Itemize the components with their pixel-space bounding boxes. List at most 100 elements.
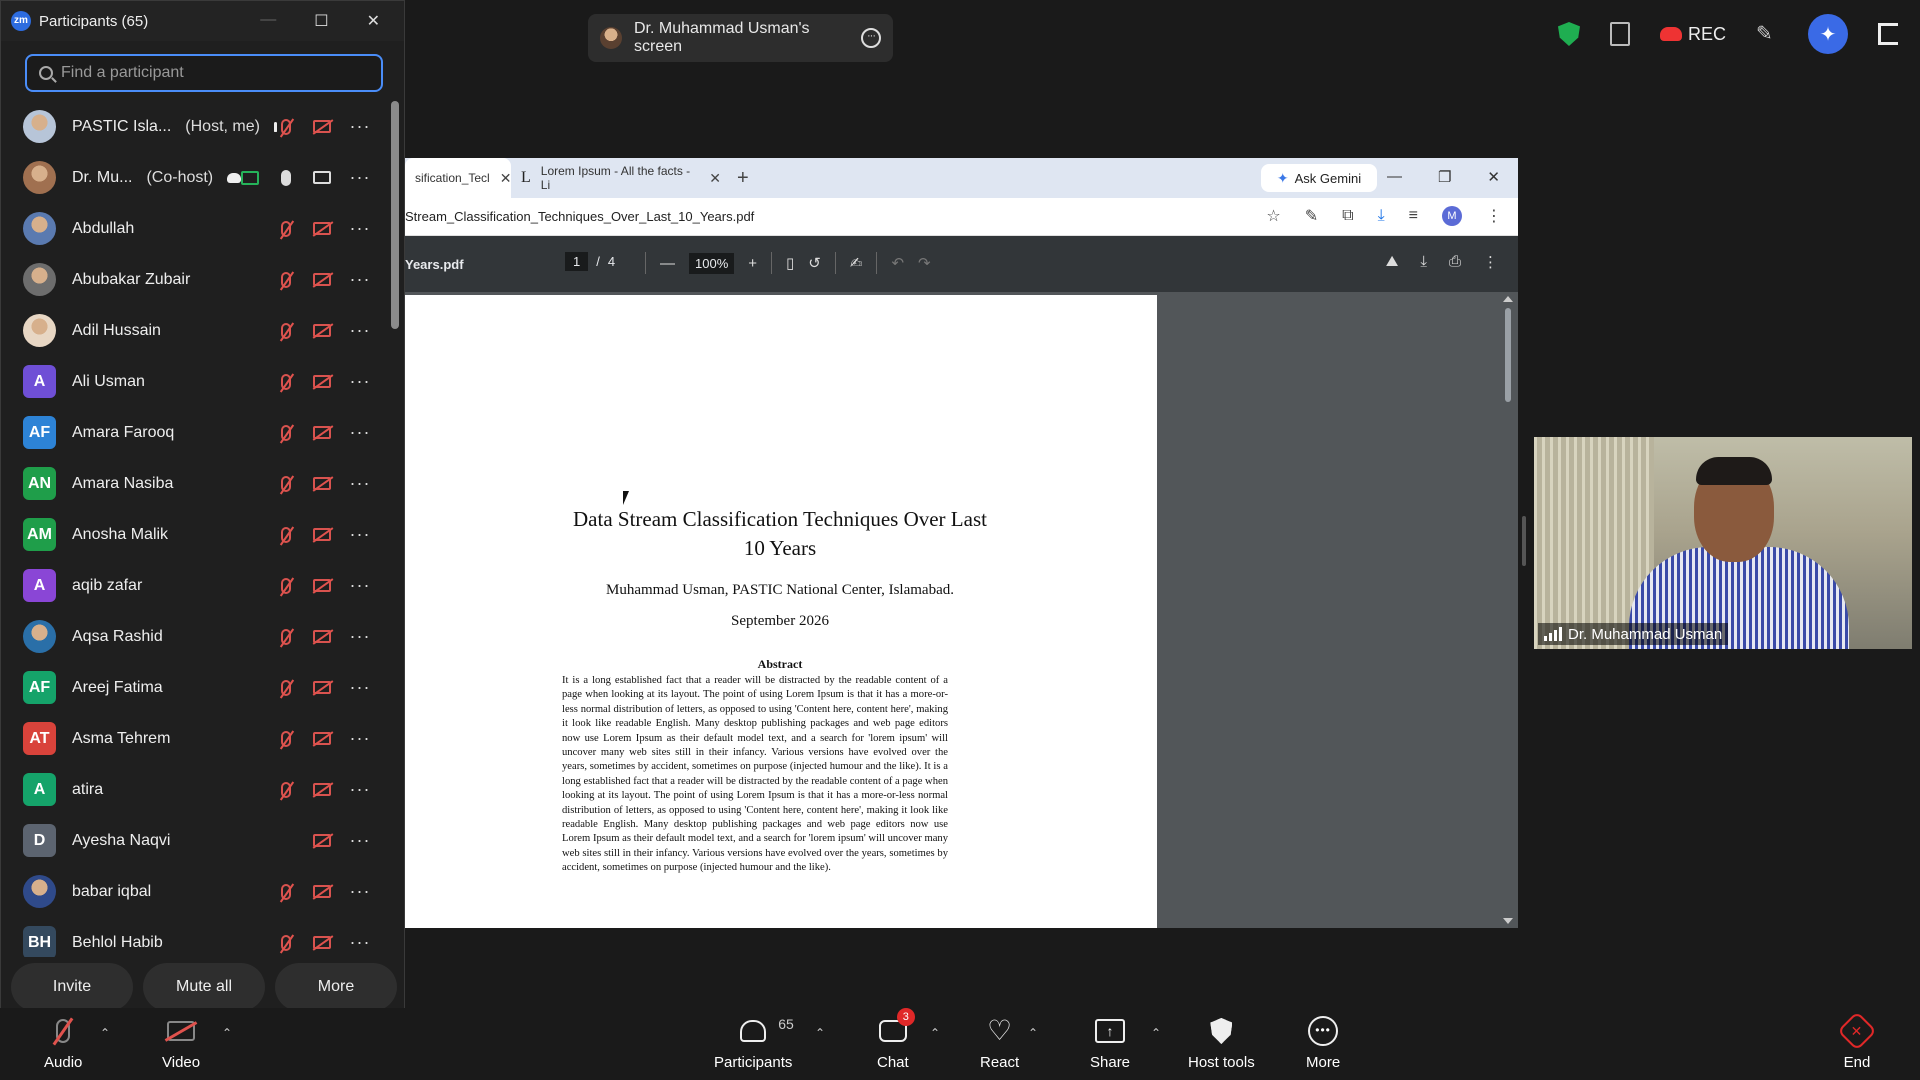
invite-button[interactable]: Invite — [11, 963, 133, 1011]
mic-muted-icon[interactable] — [281, 526, 291, 543]
video-options-caret-icon[interactable]: ⌃ — [222, 1026, 232, 1040]
address-url[interactable]: Stream_Classification_Techniques_Over_La… — [405, 209, 754, 224]
chat-options-caret-icon[interactable]: ⌃ — [930, 1026, 940, 1040]
share-options-caret-icon[interactable]: ⌃ — [1151, 1026, 1161, 1040]
screen-share-indicator[interactable]: Dr. Muhammad Usman's screen ··· — [588, 14, 893, 62]
gallery-resize-handle[interactable] — [1522, 516, 1526, 566]
mic-muted-icon[interactable] — [281, 934, 291, 951]
browser-tab-pdf[interactable]: sification_Tecl ✕ — [405, 158, 511, 198]
participant-list-scrollbar[interactable] — [391, 101, 399, 329]
browser-minimize-icon[interactable]: — — [1387, 168, 1402, 186]
participant-row[interactable]: BH Behlol Habib ··· — [1, 917, 391, 957]
video-off-icon[interactable] — [313, 579, 331, 592]
video-off-icon[interactable] — [313, 120, 331, 133]
participant-more-icon[interactable]: ··· — [349, 371, 371, 392]
profile-avatar[interactable]: M — [1442, 206, 1462, 226]
browser-restore-icon[interactable]: ❐ — [1438, 168, 1451, 186]
participant-row[interactable]: Dr. Mu... (Co-host) ··· — [1, 152, 391, 203]
video-off-icon[interactable] — [313, 375, 331, 388]
mic-muted-icon[interactable] — [281, 679, 291, 696]
participant-row[interactable]: AN Amara Nasiba ··· — [1, 458, 391, 509]
mic-muted-icon[interactable] — [281, 475, 291, 492]
media-queue-icon[interactable]: ≡ — [1409, 207, 1418, 225]
video-off-icon[interactable] — [313, 885, 331, 898]
participant-row[interactable]: D Ayesha Naqvi ··· — [1, 815, 391, 866]
participant-search-box[interactable] — [25, 54, 383, 92]
video-off-icon[interactable] — [313, 477, 331, 490]
video-off-icon[interactable] — [313, 834, 331, 847]
mic-muted-icon[interactable] — [281, 781, 291, 798]
video-off-icon[interactable] — [313, 732, 331, 745]
print-icon[interactable]: ⎙ — [1449, 253, 1461, 271]
browser-close-icon[interactable]: ✕ — [1487, 168, 1500, 186]
ai-companion-button[interactable]: ✦ — [1808, 14, 1848, 54]
download-icon[interactable]: ⤓ — [1378, 207, 1385, 225]
mic-muted-icon[interactable] — [281, 730, 291, 747]
participant-list[interactable]: PASTIC Isla... (Host, me) ··· Dr. Mu... (Co-… — [1, 101, 391, 957]
participant-more-icon[interactable]: ··· — [349, 677, 371, 698]
video-off-icon[interactable] — [313, 783, 331, 796]
mic-muted-icon[interactable] — [281, 373, 291, 390]
participants-button[interactable]: 65 Participants — [714, 1016, 794, 1071]
mic-muted-icon[interactable] — [281, 322, 291, 339]
participant-row[interactable]: Aatira ··· — [1, 764, 391, 815]
video-off-icon[interactable] — [313, 324, 331, 337]
participant-row[interactable]: Aaqib zafar ··· — [1, 560, 391, 611]
exit-icon[interactable] — [1878, 23, 1898, 45]
video-off-icon[interactable] — [313, 426, 331, 439]
participant-more-icon[interactable]: ··· — [349, 167, 371, 188]
video-off-icon[interactable] — [313, 936, 331, 949]
participant-more-icon[interactable]: ··· — [349, 473, 371, 494]
participant-more-icon[interactable]: ··· — [349, 728, 371, 749]
participant-row[interactable]: Abdullah ··· — [1, 203, 391, 254]
annotate-icon[interactable]: ✍ — [850, 254, 863, 272]
pdf-scroll-thumb[interactable] — [1505, 308, 1511, 402]
participant-more-icon[interactable]: ··· — [349, 269, 371, 290]
close-tab-icon[interactable]: ✕ — [500, 170, 512, 187]
pdf-viewer-area[interactable]: Data Stream Classification Techniques Ov… — [405, 292, 1518, 928]
host-tools-button[interactable]: Host tools — [1188, 1016, 1255, 1071]
mic-muted-icon[interactable] — [281, 271, 291, 288]
eyedropper-icon[interactable]: ✎ — [1305, 206, 1318, 226]
zoom-level[interactable]: 100% — [689, 252, 735, 274]
maximize-icon[interactable]: ☐ — [314, 11, 328, 31]
browser-tab-lorem[interactable]: L Lorem Ipsum - All the facts - Li ✕ — [511, 158, 731, 198]
ask-gemini-button[interactable]: ✦ Ask Gemini — [1261, 164, 1377, 192]
magic-wand-icon[interactable]: ✎ — [1756, 23, 1778, 45]
audio-button[interactable]: Audio — [44, 1016, 82, 1071]
close-icon[interactable]: ✕ — [367, 11, 380, 31]
participant-row[interactable]: PASTIC Isla... (Host, me) ··· — [1, 101, 391, 152]
video-tile[interactable]: Dr. Muhammad Usman — [1534, 437, 1912, 649]
participant-more-icon[interactable]: ··· — [349, 524, 371, 545]
participant-row[interactable]: babar iqbal ··· — [1, 866, 391, 917]
participant-more-icon[interactable]: ··· — [349, 932, 371, 953]
participants-more-button[interactable]: More — [275, 963, 397, 1011]
chat-button[interactable]: 3 Chat — [877, 1008, 915, 1071]
participant-more-icon[interactable]: ··· — [349, 779, 371, 800]
video-off-icon[interactable] — [313, 528, 331, 541]
zoom-in-icon[interactable]: + — [748, 255, 757, 272]
participant-more-icon[interactable]: ··· — [349, 320, 371, 341]
zoom-out-icon[interactable]: — — [660, 255, 675, 272]
mic-muted-icon[interactable] — [281, 220, 291, 237]
new-tab-icon[interactable]: + — [737, 167, 749, 190]
video-off-icon[interactable] — [313, 630, 331, 643]
share-button[interactable]: ↑ Share — [1090, 1016, 1130, 1071]
participant-more-icon[interactable]: ··· — [349, 116, 371, 137]
video-on-icon[interactable] — [313, 171, 331, 184]
participants-options-caret-icon[interactable]: ⌃ — [815, 1026, 825, 1040]
video-off-icon[interactable] — [313, 681, 331, 694]
fit-page-icon[interactable]: ▯ — [786, 254, 794, 272]
mic-muted-icon[interactable] — [281, 628, 291, 645]
mic-muted-icon[interactable] — [281, 577, 291, 594]
browser-menu-icon[interactable]: ⋮ — [1486, 206, 1502, 226]
video-off-icon[interactable] — [313, 273, 331, 286]
participant-row[interactable]: AM Anosha Malik ··· — [1, 509, 391, 560]
screen-share-more-icon[interactable]: ··· — [861, 28, 881, 48]
react-options-caret-icon[interactable]: ⌃ — [1028, 1026, 1038, 1040]
participant-row[interactable]: Adil Hussain ··· — [1, 305, 391, 356]
mute-all-button[interactable]: Mute all — [143, 963, 265, 1011]
pdf-page-input[interactable]: 1 — [565, 252, 589, 271]
mic-muted-icon[interactable] — [281, 424, 291, 441]
participant-more-icon[interactable]: ··· — [349, 881, 371, 902]
